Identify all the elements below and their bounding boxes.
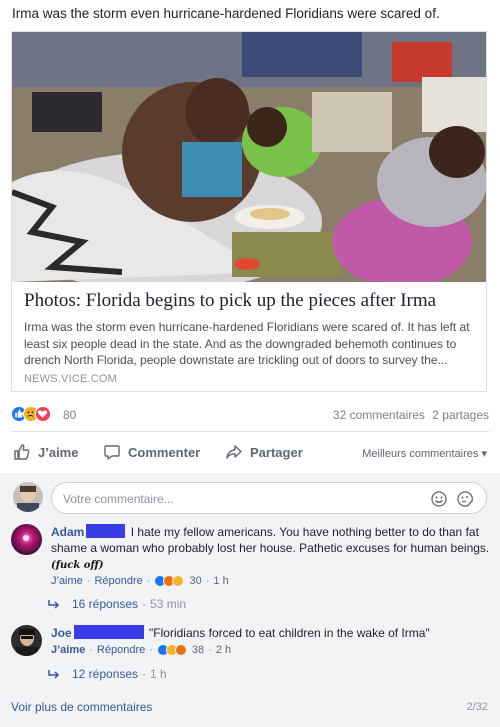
haha-reaction-icon	[172, 575, 185, 587]
link-title[interactable]: Photos: Florida begins to pick up the pi…	[24, 290, 476, 312]
current-user-avatar[interactable]	[13, 482, 43, 512]
comment-reply-link[interactable]: Répondre	[97, 644, 145, 656]
reactions-summary: 80 32 commentaires 2 partages	[11, 404, 489, 426]
redaction-bar	[73, 625, 144, 639]
comments-count-link[interactable]: 32 commentaires	[333, 408, 425, 422]
comment-composer[interactable]: Votre commentaire...	[51, 482, 487, 514]
comment-icon	[104, 445, 120, 460]
comment-reaction-icons[interactable]	[154, 575, 186, 587]
shares-count-link[interactable]: 2 partages	[432, 408, 489, 422]
angry-reaction-icon	[174, 644, 187, 656]
share-icon	[226, 445, 242, 459]
emoji-icon[interactable]	[430, 490, 448, 508]
comment-meta: J’aime · Répondre · 38 · 2 h	[51, 644, 232, 656]
comment-button[interactable]: Commenter	[103, 441, 200, 463]
link-description: Irma was the storm even hurricane-harden…	[24, 320, 470, 367]
reaction-icons[interactable]	[11, 406, 61, 422]
comment-reaction-icons[interactable]	[156, 644, 189, 656]
comments-pager: 2/32	[466, 701, 488, 713]
comment-sort-dropdown[interactable]: Meilleurs commentaires ▾	[362, 447, 487, 460]
replies-count: 12 réponses	[72, 667, 139, 681]
commenter-name[interactable]: Adam	[51, 525, 84, 539]
comment-reply-link[interactable]: Répondre	[94, 575, 142, 587]
comment-time[interactable]: 1 h	[213, 575, 228, 587]
shelter-photo	[12, 32, 486, 282]
link-domain: NEWS.VICE.COM	[24, 373, 118, 385]
comment-body: Adam I hate my fellow americans. You hav…	[51, 524, 491, 574]
comment-text: "Floridians forced to eat children in th…	[149, 626, 430, 640]
comment-input-placeholder: Votre commentaire...	[63, 492, 174, 506]
handwritten-annotation: (fuck off)	[51, 560, 104, 571]
like-button-label: J’aime	[38, 444, 79, 460]
view-replies-link[interactable]: 12 réponses · 1 h	[48, 667, 167, 681]
link-preview-card[interactable]: Photos: Florida begins to pick up the pi…	[11, 31, 487, 392]
thumbs-up-icon	[14, 444, 30, 460]
reply-arrow-icon	[48, 600, 60, 609]
comments-section: Votre commentaire... Adam I hate my fell…	[0, 473, 500, 727]
comment-like-link[interactable]: J’aime	[51, 644, 85, 656]
replies-time: 53 min	[150, 597, 187, 611]
post-actions: J’aime Commenter Partager Meilleurs comm…	[11, 437, 489, 467]
redaction-bar	[86, 524, 126, 538]
share-button-label: Partager	[250, 444, 303, 460]
link-preview-image[interactable]	[12, 32, 486, 282]
replies-count: 16 réponses	[72, 597, 139, 611]
see-more-comments-link[interactable]: Voir plus de commentaires	[11, 700, 152, 714]
comment-reaction-count: 30	[189, 575, 202, 587]
replies-time: 1 h	[150, 667, 167, 681]
comment-reaction-count: 38	[191, 644, 205, 656]
post-text: Irma was the storm even hurricane-harden…	[12, 6, 440, 21]
divider	[11, 431, 489, 432]
sticker-icon[interactable]	[456, 490, 474, 508]
comment-meta: J’aime · Répondre · 30 · 1 h	[51, 575, 229, 587]
like-button[interactable]: J’aime	[13, 441, 78, 463]
commenter-avatar[interactable]	[11, 524, 42, 555]
comment-like-link[interactable]: J’aime	[51, 575, 83, 587]
comment-button-label: Commenter	[128, 444, 201, 460]
reaction-count[interactable]: 80	[63, 408, 76, 422]
love-reaction-icon	[35, 406, 51, 422]
view-replies-link[interactable]: 16 réponses · 53 min	[48, 597, 186, 611]
comment-body: Joe "Floridians forced to eat children i…	[51, 625, 491, 641]
comment-time[interactable]: 2 h	[216, 644, 231, 656]
share-button[interactable]: Partager	[225, 441, 303, 463]
commenter-avatar[interactable]	[11, 625, 42, 656]
engagement-meta: 32 commentaires 2 partages	[329, 408, 489, 422]
reply-arrow-icon	[48, 670, 60, 679]
commenter-name[interactable]: Joe	[51, 626, 72, 640]
